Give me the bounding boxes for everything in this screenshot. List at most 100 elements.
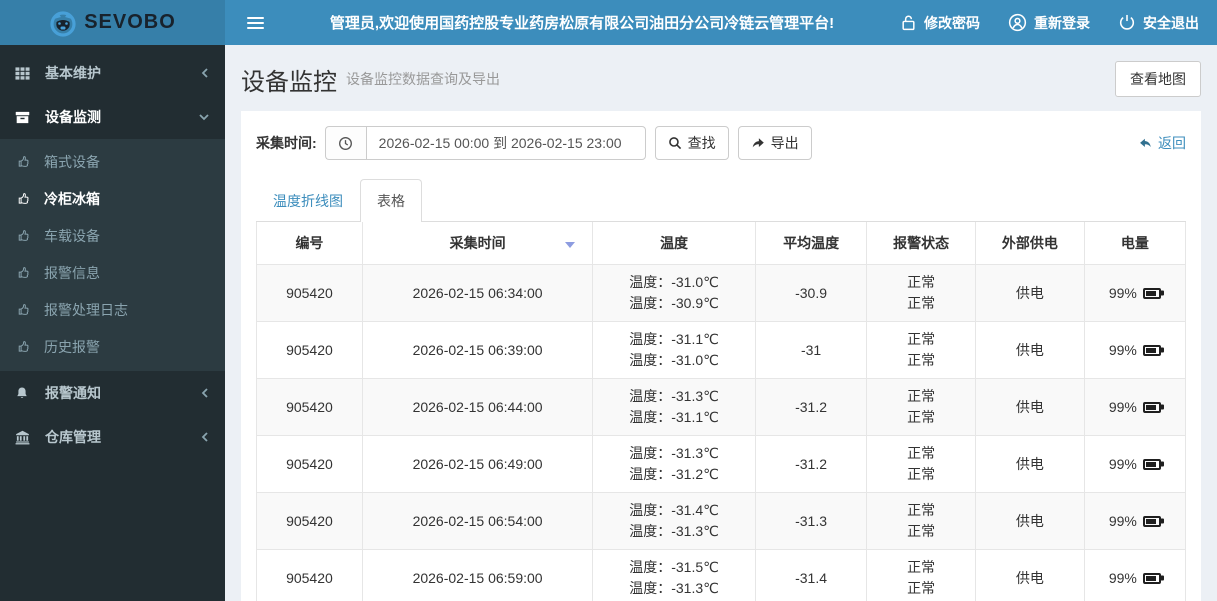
- view-map-button[interactable]: 查看地图: [1115, 61, 1201, 97]
- filter-toolbar: 采集时间: 2026-02-15 00:00 到 2026-02-15 23:0…: [256, 126, 1186, 160]
- col-header-collect-time[interactable]: 采集时间: [361, 222, 594, 265]
- avg-temperature-cell: -31.3: [754, 492, 868, 550]
- collect-time-cell: 2026-02-15 06:34:00: [361, 264, 594, 322]
- sidebar-item-label: 报警通知: [45, 385, 101, 401]
- sidebar-item-label: 仓库管理: [45, 429, 101, 445]
- battery-cell: 99%: [1083, 435, 1187, 493]
- collect-time-cell: 2026-02-15 06:59:00: [361, 549, 594, 601]
- brand-name: SEVOBO: [84, 11, 176, 33]
- collect-time-cell: 2026-02-15 06:39:00: [361, 321, 594, 379]
- temperature-cell: 温度：-31.0℃ 温度：-30.9℃: [592, 264, 756, 322]
- hamburger-menu-button[interactable]: [237, 11, 274, 35]
- table-header: 编号 采集时间 温度 平均温度 报警状态 外部供电 电量: [256, 222, 1187, 265]
- chevron-left-icon: [200, 431, 210, 443]
- device-monitoring-submenu: 箱式设备 冷柜冰箱 车载设备 报警信息 报警处理日志 历史报警: [0, 139, 225, 371]
- tab-temperature-line-chart[interactable]: 温度折线图: [256, 179, 360, 222]
- submenu-item-label: 车载设备: [44, 227, 100, 244]
- temperature-cell: 温度：-31.4℃ 温度：-31.3℃: [592, 492, 756, 550]
- date-range-input[interactable]: [365, 126, 646, 160]
- content-header: 设备监控 设备监控数据查询及导出 查看地图: [225, 45, 1217, 111]
- device-id-cell: 905420: [256, 549, 363, 601]
- battery-icon: [1142, 572, 1161, 584]
- power-icon: [1118, 13, 1136, 32]
- table-row: 905420 2026-02-15 06:49:00 温度：-31.3℃ 温度：-…: [256, 435, 1187, 493]
- device-id-cell: 905420: [256, 378, 363, 436]
- main-area: 管理员,欢迎使用国药控股专业药房松原有限公司油田分公司冷链云管理平台! 修改密码: [225, 0, 1217, 601]
- collect-time-cell: 2026-02-15 06:49:00: [361, 435, 594, 493]
- sidebar-subitem-box-devices[interactable]: 箱式设备: [0, 143, 225, 180]
- external-power-cell: 供电: [975, 264, 1085, 322]
- alarm-status-cell: 正常 正常: [866, 264, 976, 322]
- date-range-group: [324, 126, 646, 160]
- sidebar: SEVOBO 基本维护 设备监测 箱式设备 冷柜冰箱 车载设备 报警信息 报警处…: [0, 0, 225, 601]
- sidebar-item-label: 基本维护: [45, 65, 101, 81]
- battery-icon: [1142, 458, 1161, 470]
- table-row: 905420 2026-02-15 06:44:00 温度：-31.3℃ 温度：-…: [256, 378, 1187, 436]
- user-icon: [1008, 13, 1027, 32]
- battery-cell: 99%: [1083, 321, 1187, 379]
- alarm-status-cell: 正常 正常: [866, 549, 976, 601]
- battery-icon: [1142, 401, 1161, 413]
- sort-desc-icon: [565, 242, 576, 248]
- change-password-button[interactable]: 修改密码: [900, 13, 980, 33]
- thumb-up-icon: [18, 266, 38, 279]
- external-power-cell: 供电: [975, 378, 1085, 436]
- col-header-alarm-status: 报警状态: [866, 222, 976, 265]
- sidebar-item-label: 设备监测: [45, 109, 101, 125]
- sidebar-item-device-monitoring[interactable]: 设备监测: [0, 95, 225, 139]
- collect-time-label: 采集时间:: [256, 135, 317, 151]
- thumb-up-icon: [18, 340, 38, 353]
- battery-icon: [1142, 287, 1161, 299]
- export-button-label: 导出: [770, 135, 799, 151]
- device-id-cell: 905420: [256, 492, 363, 550]
- thumb-up-icon: [18, 229, 38, 242]
- thumb-up-icon: [18, 192, 38, 205]
- device-id-cell: 905420: [256, 264, 363, 322]
- grid-icon: [15, 66, 37, 81]
- submenu-item-label: 报警信息: [44, 264, 100, 281]
- table-row: 905420 2026-02-15 06:39:00 温度：-31.1℃ 温度：-…: [256, 321, 1187, 379]
- sidebar-item-alarm-notification[interactable]: 报警通知: [0, 371, 225, 415]
- brand-logo[interactable]: SEVOBO: [0, 0, 225, 45]
- submenu-item-label: 箱式设备: [44, 153, 100, 170]
- col-header-avg-temperature: 平均温度: [754, 222, 868, 265]
- temperature-cell: 温度：-31.1℃ 温度：-31.0℃: [592, 321, 756, 379]
- sidebar-item-warehouse-management[interactable]: 仓库管理: [0, 415, 225, 459]
- col-header-battery: 电量: [1083, 222, 1187, 265]
- sidebar-item-basic-maintenance[interactable]: 基本维护: [0, 51, 225, 95]
- topbar: 管理员,欢迎使用国药控股专业药房松原有限公司油田分公司冷链云管理平台! 修改密码: [225, 0, 1217, 45]
- sidebar-subitem-alarm-log[interactable]: 报警处理日志: [0, 291, 225, 328]
- relogin-button[interactable]: 重新登录: [1008, 13, 1090, 33]
- battery-icon: [1142, 515, 1161, 527]
- temperature-cell: 温度：-31.5℃ 温度：-31.3℃: [592, 549, 756, 601]
- collect-time-cell: 2026-02-15 06:44:00: [361, 378, 594, 436]
- sidebar-subitem-history-alarm[interactable]: 历史报警: [0, 328, 225, 365]
- external-power-cell: 供电: [975, 492, 1085, 550]
- search-button[interactable]: 查找: [654, 126, 729, 160]
- battery-cell: 99%: [1083, 492, 1187, 550]
- sidebar-subitem-vehicle-devices[interactable]: 车载设备: [0, 217, 225, 254]
- topbar-actions: 修改密码 重新登录 安全退出: [900, 13, 1199, 33]
- bank-icon: [15, 430, 37, 445]
- thumb-up-icon: [18, 303, 38, 316]
- content-panel: 采集时间: 2026-02-15 00:00 到 2026-02-15 23:0…: [241, 111, 1201, 601]
- back-link[interactable]: 返回: [1138, 133, 1186, 153]
- page-subtitle: 设备监控数据查询及导出: [346, 71, 500, 87]
- content-area: 设备监控 设备监控数据查询及导出 查看地图 采集时间: 2026-02-15 0…: [225, 45, 1217, 601]
- avg-temperature-cell: -31.4: [754, 549, 868, 601]
- thumb-up-icon: [18, 155, 38, 168]
- back-link-label: 返回: [1158, 135, 1186, 151]
- tab-table[interactable]: 表格: [360, 179, 422, 222]
- lock-icon: [900, 13, 917, 32]
- search-button-label: 查找: [687, 135, 716, 151]
- chevron-down-icon: [198, 112, 210, 122]
- sidebar-subitem-alarm-info[interactable]: 报警信息: [0, 254, 225, 291]
- avg-temperature-cell: -31.2: [754, 435, 868, 493]
- sidebar-menu: 基本维护 设备监测 箱式设备 冷柜冰箱 车载设备 报警信息 报警处理日志 历史报…: [0, 45, 225, 601]
- sidebar-subitem-freezer-fridge[interactable]: 冷柜冰箱: [0, 180, 225, 217]
- monitoring-table: 编号 采集时间 温度 平均温度 报警状态 外部供电 电量 905420 2026…: [256, 222, 1187, 601]
- col-header-temperature: 温度: [592, 222, 756, 265]
- logout-button[interactable]: 安全退出: [1118, 13, 1199, 33]
- export-button[interactable]: 导出: [737, 126, 812, 160]
- app-root: SEVOBO 基本维护 设备监测 箱式设备 冷柜冰箱 车载设备 报警信息 报警处…: [0, 0, 1217, 601]
